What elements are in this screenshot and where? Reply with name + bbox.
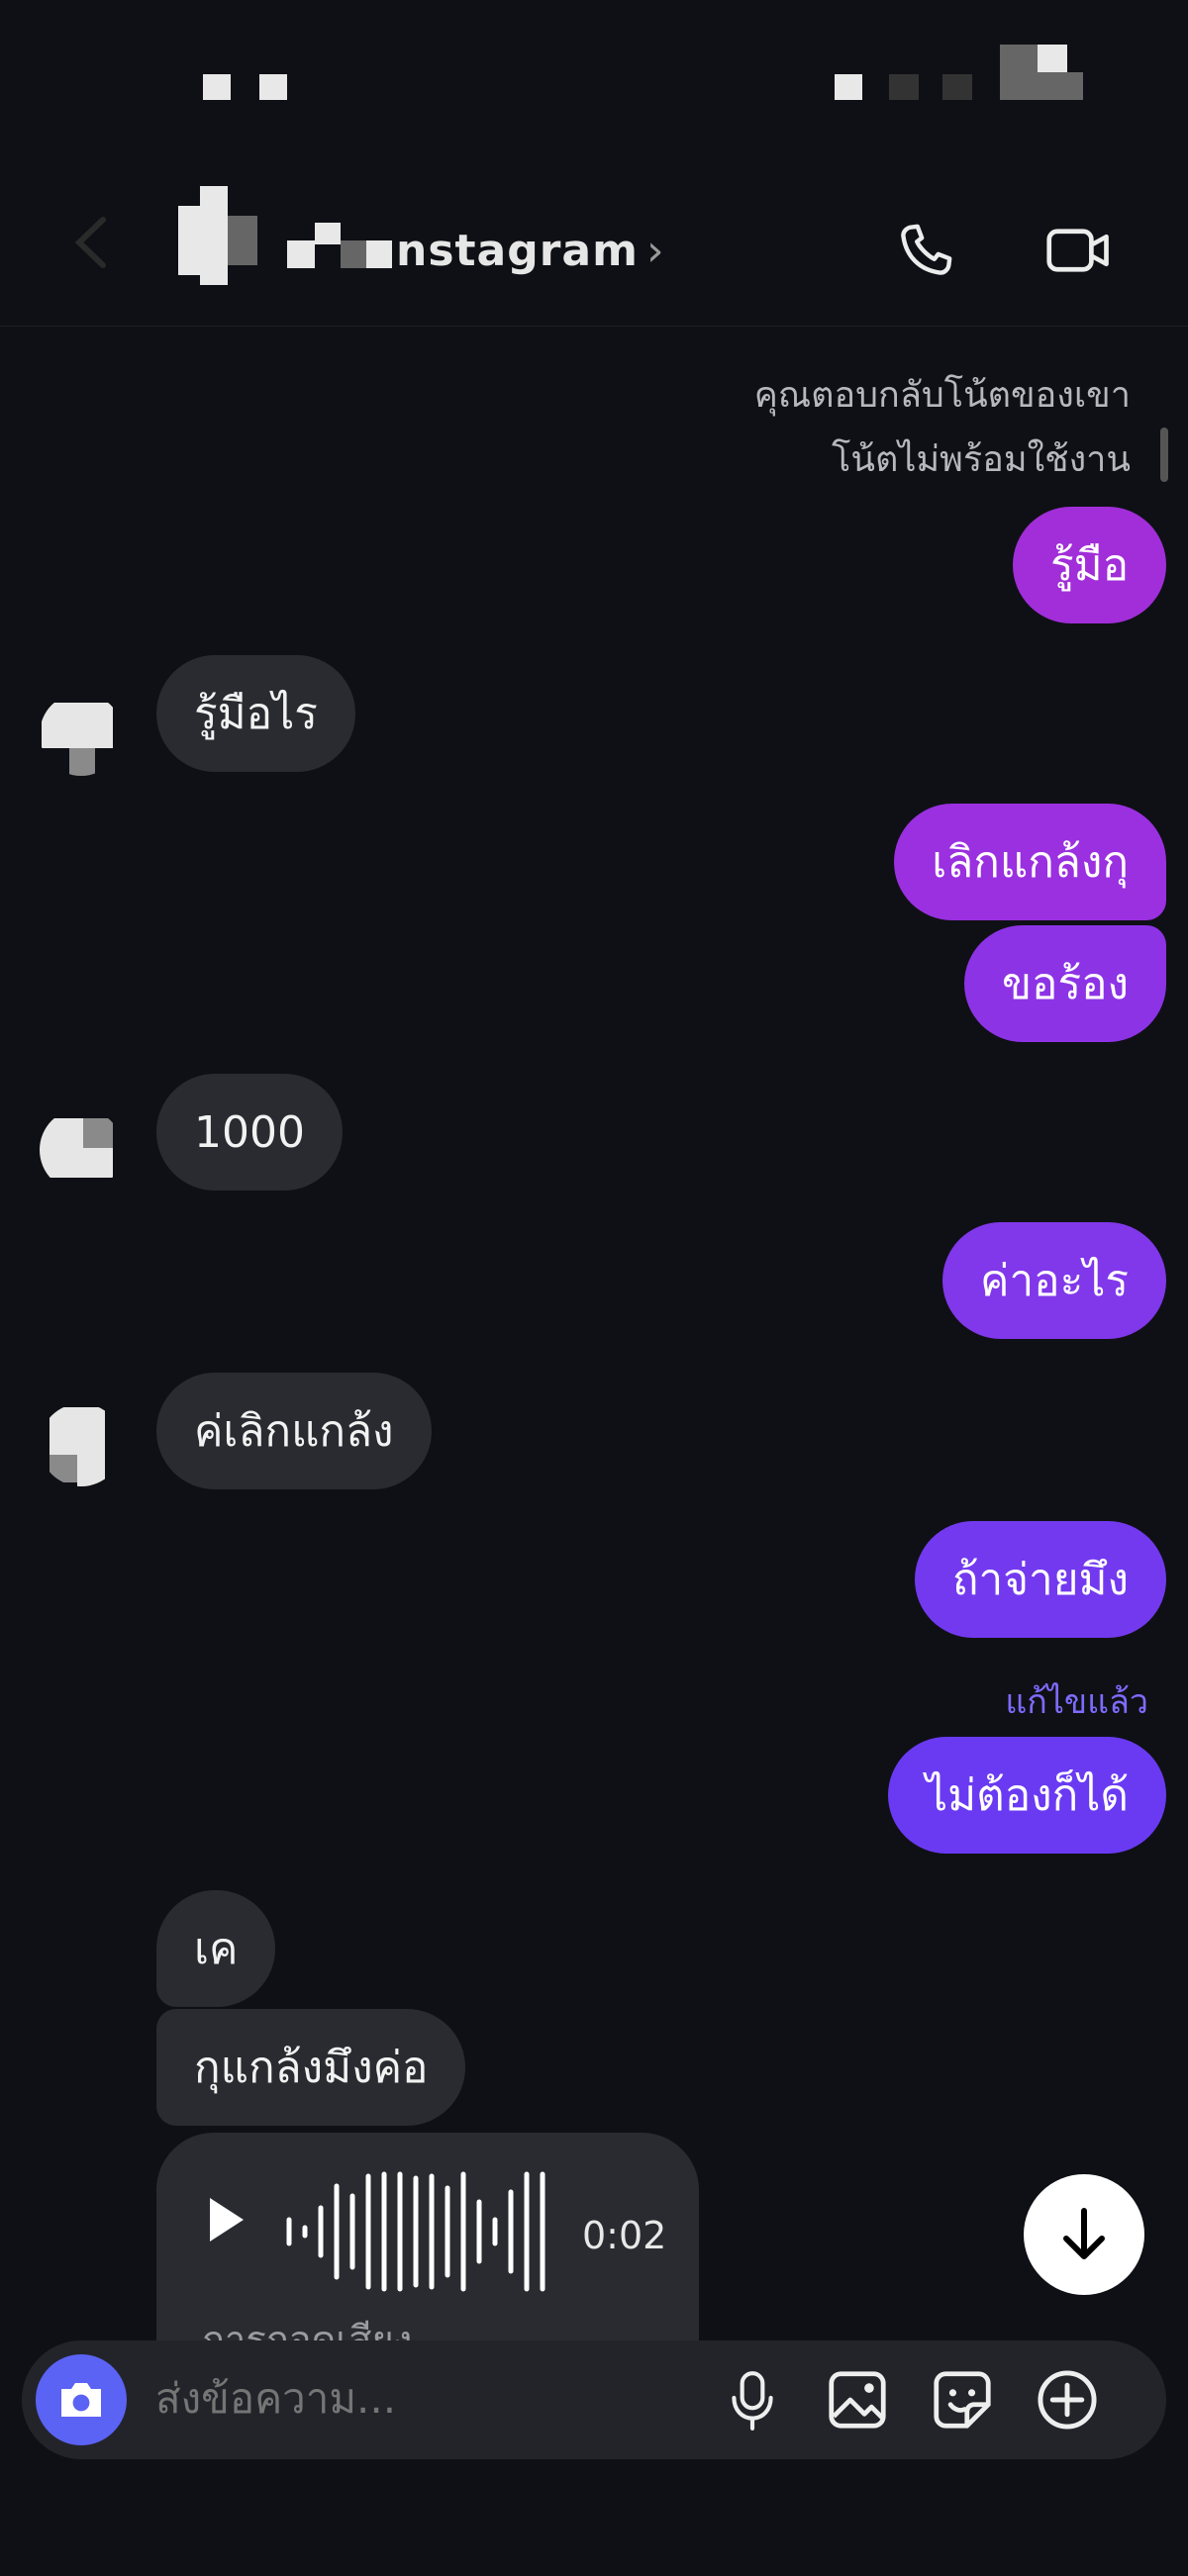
status-signal-pixel (835, 74, 862, 100)
transcript-label[interactable]: การถอดเสียง (202, 2309, 412, 2340)
contact-avatar-small (40, 693, 123, 776)
message-bubble-incoming[interactable]: เค (156, 1890, 276, 2007)
contact-subtitle[interactable]: nstagram › (396, 226, 665, 276)
contact-avatar-small (40, 1403, 123, 1486)
battery-pixel (1038, 72, 1083, 100)
message-bubble-outgoing[interactable]: ขอร้อง (963, 925, 1166, 1042)
status-time-pixel (259, 74, 287, 100)
back-arrow-icon (74, 217, 106, 268)
battery-pixel (1000, 45, 1038, 100)
chat-header: nstagram › (0, 168, 1188, 327)
status-wifi-pixel (889, 74, 919, 100)
status-time-pixel (203, 74, 231, 100)
camera-button[interactable] (36, 2354, 127, 2445)
play-icon[interactable] (202, 2190, 251, 2249)
message-input[interactable] (155, 2374, 710, 2423)
video-call-button[interactable] (1035, 206, 1124, 295)
message-bubble-incoming[interactable]: ค่เลิกแกล้ง (156, 1373, 432, 1489)
arrow-down-icon (1063, 2208, 1105, 2259)
sticker-icon (934, 2371, 991, 2429)
contact-avatar-small (40, 1108, 123, 1192)
reply-note-notice: คุณตอบกลับโน้ตของเขา (753, 375, 1131, 416)
plus-icon (1038, 2370, 1097, 2430)
message-bubble-incoming[interactable]: กุแกล้งมึงค่อ (156, 2009, 466, 2126)
contact-name-pixelated[interactable] (287, 213, 396, 272)
message-composer (22, 2340, 1166, 2459)
bottom-safe-area (0, 2459, 1188, 2576)
message-bubble-incoming[interactable]: รู้มือไร (156, 655, 355, 772)
message-bubble-outgoing[interactable]: ถ้าจ่ายมึง (914, 1521, 1166, 1638)
scroll-to-bottom-button[interactable] (1024, 2174, 1144, 2295)
message-bubble-outgoing[interactable]: รู้มือ (1012, 507, 1166, 623)
battery-pixel (1038, 45, 1067, 72)
message-bubble-incoming[interactable]: 1000 (156, 1074, 343, 1191)
back-button[interactable] (59, 208, 129, 277)
scroll-indicator[interactable] (1160, 428, 1168, 482)
video-call-icon (1046, 229, 1109, 272)
status-pixel (942, 74, 972, 100)
gallery-icon (829, 2371, 886, 2429)
phone-icon (901, 224, 952, 275)
sticker-button[interactable] (925, 2362, 1000, 2437)
camera-icon (61, 2383, 101, 2417)
status-bar (0, 0, 1188, 168)
message-bubble-outgoing[interactable]: ค่าอะไร (942, 1222, 1166, 1339)
header-title-text: nstagram (396, 226, 639, 276)
voice-call-button[interactable] (881, 206, 970, 295)
microphone-button[interactable] (715, 2362, 790, 2437)
waveform-icon[interactable] (285, 2162, 572, 2301)
chevron-right-icon: › (645, 226, 665, 276)
voice-duration: 0:02 (582, 2214, 667, 2257)
edited-label[interactable]: แก้ไขแล้ว (1005, 1674, 1148, 1728)
contact-avatar[interactable] (178, 186, 267, 305)
message-bubble-outgoing[interactable]: เลิกแกล้งกุ (894, 804, 1166, 920)
voice-message[interactable]: 0:02 การถอดเสียง (156, 2133, 699, 2340)
microphone-icon (732, 2371, 773, 2431)
more-options-button[interactable] (1030, 2362, 1105, 2437)
gallery-button[interactable] (820, 2362, 895, 2437)
note-unavailable-notice: โน้ตไม่พร้อมใช้งาน (832, 439, 1131, 480)
message-bubble-outgoing[interactable]: ไม่ต้องก็ได้ (888, 1737, 1166, 1854)
